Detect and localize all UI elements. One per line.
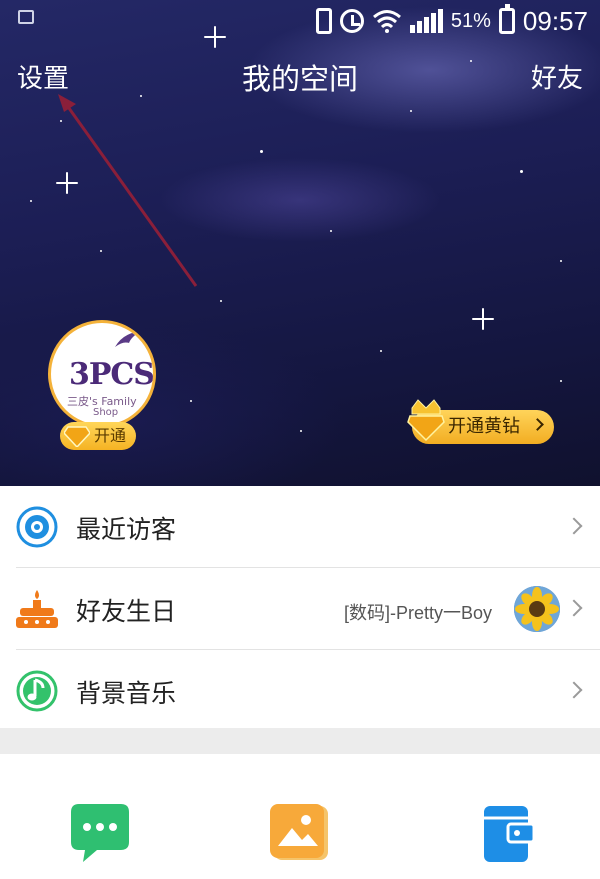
settings-button[interactable]: 设置 xyxy=(17,58,69,95)
avatar[interactable]: 3PCS 三皮's Family Shop xyxy=(48,320,156,428)
chat-bubble-icon[interactable] xyxy=(69,802,131,864)
photo-icon[interactable] xyxy=(268,802,330,864)
alarm-icon xyxy=(339,9,364,33)
list-item-label: 好友生日 xyxy=(76,597,177,626)
section-divider xyxy=(0,728,600,754)
avatar-subtitle-2: Shop xyxy=(93,407,119,418)
open-vip-badge[interactable]: 开通 xyxy=(60,422,137,450)
birthday-friend-name: [数码]-Pretty一Boy xyxy=(343,603,492,623)
chevron-right-icon xyxy=(565,517,583,535)
status-bar: 51% 09:57 xyxy=(0,0,600,42)
chevron-right-icon xyxy=(565,681,583,699)
crown-diamond-icon xyxy=(407,399,445,442)
chevron-right-icon xyxy=(565,599,583,617)
list-item-background-music[interactable]: 背景音乐 xyxy=(16,650,600,732)
yellow-diamond-label: 开通黄钻 xyxy=(448,416,520,437)
battery-charging-icon xyxy=(498,4,515,34)
chevron-right-icon xyxy=(531,418,544,431)
cake-icon xyxy=(16,590,58,628)
friends-button[interactable]: 好友 xyxy=(531,58,583,95)
vibrate-icon xyxy=(315,8,332,34)
bottom-shortcuts xyxy=(0,754,600,879)
device-icon xyxy=(18,10,34,24)
signal-icon xyxy=(409,9,443,33)
space-menu-list: 最近访客 好友生日 [数码]-Pretty一Boy 背景音乐 xyxy=(0,486,600,732)
list-item-label: 最近访客 xyxy=(76,515,177,544)
sunflower-icon xyxy=(514,586,560,632)
avatar-logo-text: 3PCS xyxy=(69,357,154,392)
eye-icon xyxy=(16,506,58,548)
wallet-icon[interactable] xyxy=(478,802,540,864)
clock: 09:57 xyxy=(522,5,588,36)
space-cover-background: 51% 09:57 设置 我的空间 好友 3PCS 三皮's Family Sh… xyxy=(0,0,600,486)
wifi-icon xyxy=(372,10,401,33)
battery-percent: 51% xyxy=(450,9,491,32)
list-item-friend-birthday[interactable]: 好友生日 [数码]-Pretty一Boy xyxy=(16,568,600,650)
friend-avatar[interactable] xyxy=(514,586,560,632)
diamond-icon xyxy=(64,426,90,447)
music-note-icon xyxy=(16,670,58,712)
list-item-recent-visitors[interactable]: 最近访客 xyxy=(16,486,600,568)
bird-logo-icon xyxy=(115,331,141,347)
list-item-label: 背景音乐 xyxy=(76,679,177,708)
open-badge-label: 开通 xyxy=(94,426,127,445)
